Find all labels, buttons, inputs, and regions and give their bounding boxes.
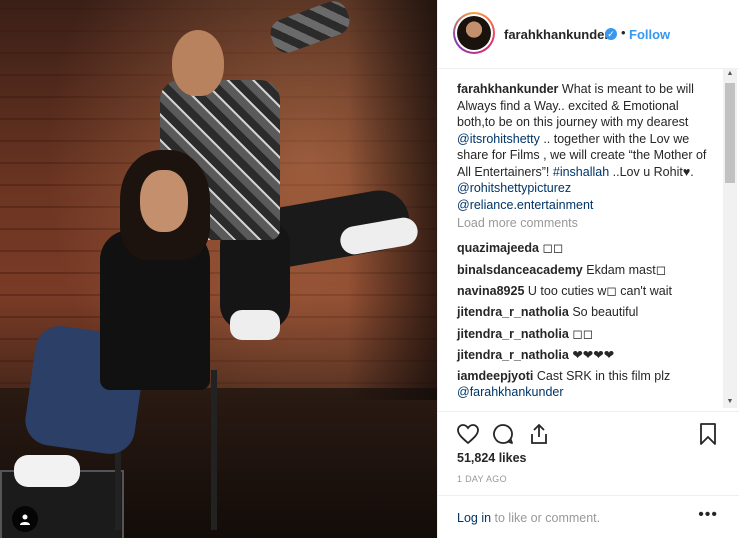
caption: farahkhankunder What is meant to be will…: [457, 81, 707, 213]
comment-text: Ekdam mast◻: [582, 263, 667, 277]
action-bar: [438, 411, 739, 452]
comment: iamdeepjyoti Cast SRK in this film plz: [457, 368, 712, 384]
likes-count[interactable]: 51,824 likes: [457, 451, 527, 465]
comments-list[interactable]: farahkhankunder What is meant to be will…: [438, 68, 722, 408]
scroll-up-icon[interactable]: ▲: [723, 68, 737, 80]
comment-username[interactable]: jitendra_r_natholia: [457, 327, 569, 341]
separator-dot: •: [621, 25, 626, 40]
mention-link[interactable]: @rohitshettypicturez: [457, 181, 571, 195]
comment-username[interactable]: jitendra_r_natholia: [457, 348, 569, 362]
mention-link[interactable]: @reliance.entertainment: [457, 198, 593, 212]
comment: jitendra_r_natholia ◻◻: [457, 326, 712, 342]
caption-username[interactable]: farahkhankunder: [457, 82, 558, 96]
mention-link[interactable]: @farahkhankunder: [457, 385, 564, 399]
comment-text: U too cuties w◻ can't wait: [524, 284, 672, 298]
hashtag-link[interactable]: #inshallah: [553, 165, 609, 179]
load-more-comments-button[interactable]: Load more comments: [457, 216, 578, 230]
avatar-image: [457, 16, 491, 50]
post-header: farahkhankunder ✓ • Follow: [438, 0, 739, 69]
mention-link[interactable]: @itsrohitshetty: [457, 132, 540, 146]
man-arm: [266, 0, 354, 57]
sneaker: [230, 310, 280, 340]
post-timestamp: 1 DAY AGO: [457, 474, 507, 484]
comment-username[interactable]: navina8925: [457, 284, 524, 298]
comment: @farahkhankunder: [457, 384, 712, 400]
login-link[interactable]: Log in: [457, 511, 491, 525]
like-heart-icon[interactable]: [456, 422, 480, 446]
comments-scrollbar[interactable]: ▲ ▼: [723, 68, 737, 408]
login-prompt-text: to like or comment.: [491, 511, 601, 525]
comment-text: So beautiful: [568, 305, 639, 319]
share-upload-icon[interactable]: [527, 422, 551, 446]
post-photo: [0, 0, 437, 538]
username-link[interactable]: farahkhankunder: [504, 27, 609, 42]
save-bookmark-icon[interactable]: [696, 422, 720, 446]
scroll-down-icon[interactable]: ▼: [723, 396, 737, 408]
comment-text: ❤❤❤❤: [568, 348, 615, 362]
comment-text: ◻◻: [568, 327, 594, 341]
comment: quazimajeeda ◻◻: [457, 240, 712, 256]
comment-bubble-icon[interactable]: [491, 422, 515, 446]
more-options-icon[interactable]: •••: [698, 506, 718, 524]
comment-text: Cast SRK in this film plz: [533, 369, 671, 383]
avatar[interactable]: [453, 12, 495, 54]
comment-username[interactable]: iamdeepjyoti: [457, 369, 533, 383]
post-sidebar: farahkhankunder ✓ • Follow farahkhankund…: [437, 0, 739, 538]
man-head: [172, 30, 224, 96]
login-bar: Log in to like or comment. •••: [438, 495, 739, 539]
comment: jitendra_r_natholia ❤❤❤❤: [457, 347, 712, 363]
comment: binalsdanceacademy Ekdam mast◻: [457, 262, 712, 278]
comment-username[interactable]: jitendra_r_natholia: [457, 305, 569, 319]
comment-text: ◻◻: [538, 241, 564, 255]
comment: jitendra_r_natholia So beautiful: [457, 304, 712, 320]
comment: navina8925 U too cuties w◻ can't wait: [457, 283, 712, 299]
woman-face: [140, 170, 188, 232]
verified-badge-icon: ✓: [605, 28, 617, 40]
login-prompt: Log in to like or comment.: [457, 511, 600, 525]
comment-username[interactable]: binalsdanceacademy: [457, 263, 583, 277]
sneaker: [14, 455, 80, 487]
caption-text: ..Lov u Rohit♥.: [609, 164, 694, 179]
comment-username[interactable]: quazimajeeda: [457, 241, 539, 255]
scrollbar-thumb[interactable]: [725, 83, 735, 183]
follow-button[interactable]: Follow: [629, 27, 670, 42]
tagged-user-icon[interactable]: [12, 506, 38, 532]
